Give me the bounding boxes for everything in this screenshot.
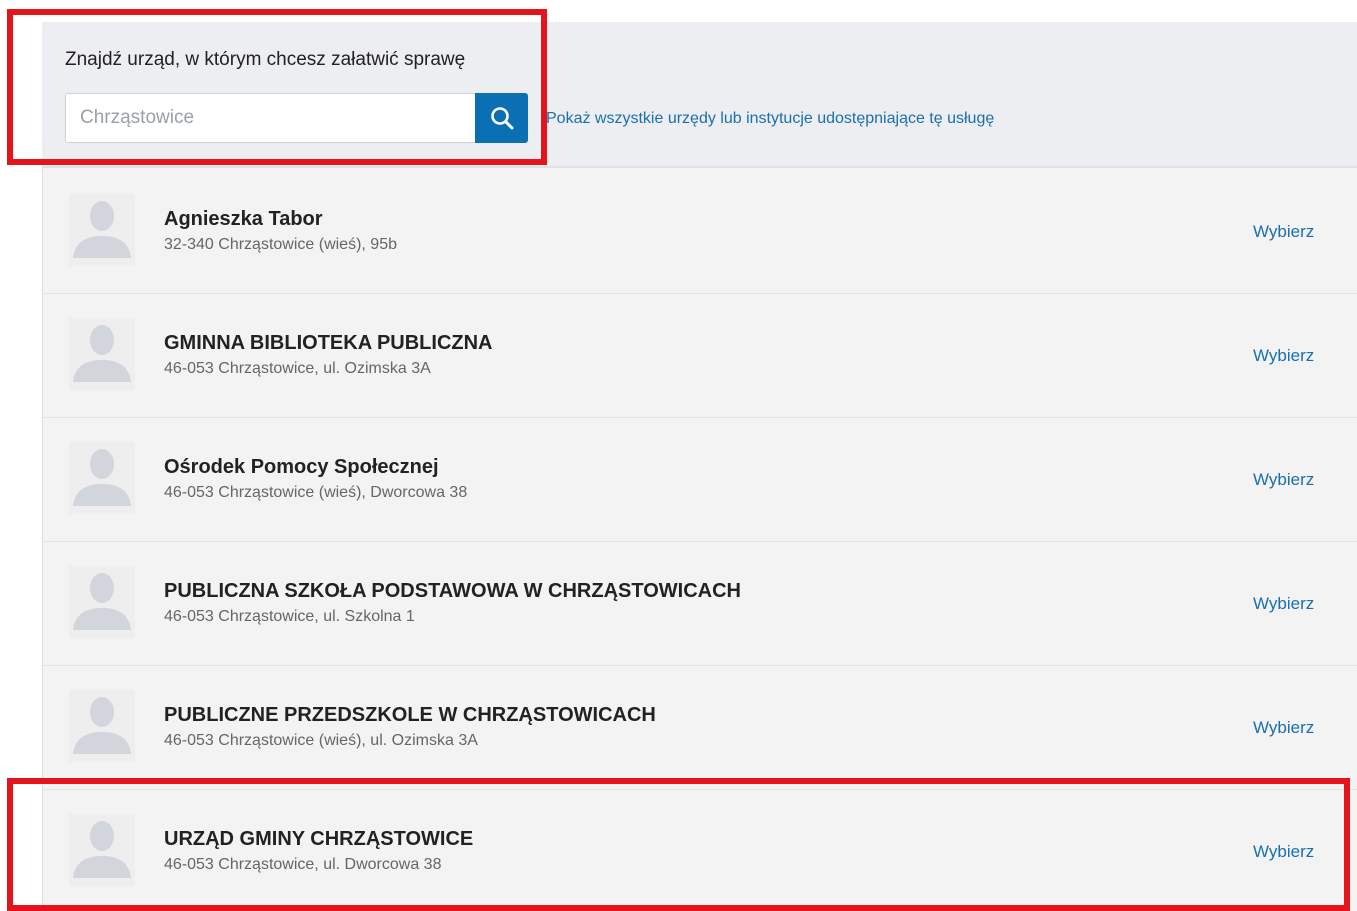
page: Znajdź urząd, w którym chcesz załatwić s… [0, 0, 1357, 911]
item-address: 46-053 Chrząstowice, ul. Szkolna 1 [164, 608, 415, 625]
item-name: PUBLICZNE PRZEDSZKOLE W CHRZĄSTOWICACH [164, 704, 656, 726]
list-item: URZĄD GMINY CHRZĄSTOWICE 46-053 Chrząsto… [43, 790, 1357, 911]
item-name: GMINNA BIBLIOTEKA PUBLICZNA [164, 332, 493, 354]
item-name: PUBLICZNA SZKOŁA PODSTAWOWA W CHRZĄSTOWI… [164, 580, 741, 602]
list-item: Ośrodek Pomocy Społecznej 46-053 Chrząst… [43, 418, 1357, 542]
item-address: 32-340 Chrząstowice (wieś), 95b [164, 236, 397, 253]
search-icon [490, 107, 513, 130]
select-link[interactable]: Wybierz [1253, 222, 1314, 242]
show-all-institutions-link[interactable]: Pokaż wszystkie urzędy lub instytucje ud… [546, 110, 994, 128]
list-item: GMINNA BIBLIOTEKA PUBLICZNA 46-053 Chrzą… [43, 294, 1357, 418]
person-placeholder-icon [69, 814, 135, 886]
person-placeholder-icon [69, 194, 135, 266]
list-item: Agnieszka Tabor 32-340 Chrząstowice (wie… [43, 170, 1357, 294]
search-input[interactable] [65, 93, 475, 143]
item-address: 46-053 Chrząstowice, ul. Ozimska 3A [164, 360, 431, 377]
item-address: 46-053 Chrząstowice (wieś), Dworcowa 38 [164, 484, 468, 501]
item-address: 46-053 Chrząstowice, ul. Dworcowa 38 [164, 856, 442, 873]
select-link[interactable]: Wybierz [1253, 718, 1314, 738]
item-name: Ośrodek Pomocy Społecznej [164, 456, 439, 478]
person-placeholder-icon [69, 566, 135, 638]
item-name: Agnieszka Tabor [164, 208, 323, 230]
select-link[interactable]: Wybierz [1253, 470, 1314, 490]
item-address: 46-053 Chrząstowice (wieś), ul. Ozimska … [164, 732, 478, 749]
select-link[interactable]: Wybierz [1253, 346, 1314, 366]
person-placeholder-icon [69, 690, 135, 762]
list-item: PUBLICZNA SZKOŁA PODSTAWOWA W CHRZĄSTOWI… [43, 542, 1357, 666]
results-list: Agnieszka Tabor 32-340 Chrząstowice (wie… [43, 170, 1357, 911]
search-button[interactable] [475, 93, 528, 143]
person-placeholder-icon [69, 442, 135, 514]
search-title: Znajdź urząd, w którym chcesz załatwić s… [65, 49, 466, 70]
person-placeholder-icon [69, 318, 135, 390]
select-link[interactable]: Wybierz [1253, 594, 1314, 614]
select-link[interactable]: Wybierz [1253, 842, 1314, 862]
item-name: URZĄD GMINY CHRZĄSTOWICE [164, 828, 474, 850]
list-item: PUBLICZNE PRZEDSZKOLE W CHRZĄSTOWICACH 4… [43, 666, 1357, 790]
